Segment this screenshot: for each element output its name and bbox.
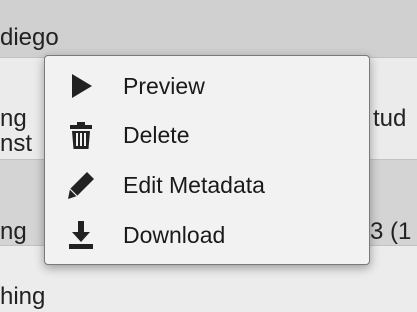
- context-menu: Preview Delete Edit Metadata Download: [44, 55, 370, 265]
- row-text-left: ng: [0, 218, 27, 245]
- row-text-name: diego: [0, 24, 59, 51]
- row-text-left: hing: [0, 283, 46, 310]
- menu-item-delete[interactable]: Delete: [45, 113, 369, 157]
- row-text-line1: ng: [0, 105, 27, 132]
- pencil-icon: [65, 169, 97, 201]
- trash-icon: [65, 119, 97, 151]
- table-row[interactable]: diego: [0, 0, 417, 58]
- row-text-line2: nst: [0, 130, 33, 157]
- menu-item-download[interactable]: Download: [45, 213, 369, 257]
- menu-item-label: Delete: [123, 122, 190, 148]
- play-icon: [65, 70, 97, 102]
- menu-item-label: Preview: [123, 73, 205, 99]
- menu-item-edit-metadata[interactable]: Edit Metadata: [45, 163, 369, 207]
- download-icon: [65, 219, 97, 251]
- row-text-right: tud: [373, 105, 407, 132]
- menu-item-label: Download: [123, 222, 226, 248]
- row-text-right: 3 (1: [370, 218, 412, 245]
- menu-item-preview[interactable]: Preview: [45, 64, 369, 108]
- menu-item-label: Edit Metadata: [123, 172, 265, 198]
